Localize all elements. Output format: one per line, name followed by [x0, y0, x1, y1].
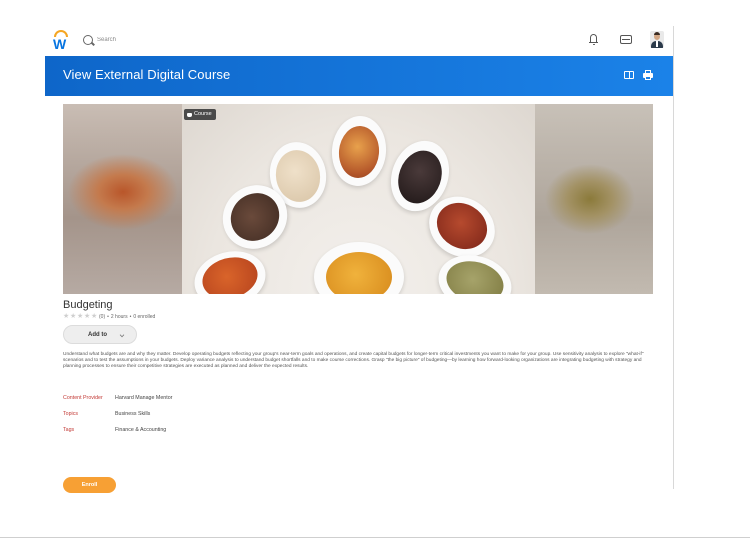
field-content-provider: Content Provider Harvard Manage Mentor: [63, 395, 172, 401]
avatar[interactable]: [650, 31, 664, 48]
course-image: Course: [63, 104, 653, 294]
chevron-down-icon: [119, 332, 125, 338]
field-value: Business Skills: [115, 411, 151, 417]
workday-logo[interactable]: W: [52, 30, 70, 52]
page-title: View External Digital Course: [63, 67, 231, 82]
panel-divider: [673, 26, 674, 489]
course-meta: ★ ★ ★ ★ ★ (0) • 2 hours • 0 enrolled: [63, 313, 156, 320]
print-icon[interactable]: [643, 70, 653, 80]
bell-icon[interactable]: [589, 34, 598, 45]
star-icon: ★: [91, 313, 98, 320]
rating-stars: ★ ★ ★ ★ ★: [63, 313, 98, 320]
page-header: View External Digital Course: [45, 56, 673, 96]
add-to-label: Add to: [88, 331, 107, 338]
inbox-icon[interactable]: [620, 35, 632, 44]
top-nav: W: [45, 26, 673, 56]
field-value: Finance & Accounting: [115, 427, 167, 433]
field-topics: Topics Business Skills: [63, 411, 150, 417]
search-input[interactable]: [97, 33, 297, 47]
image-blur-right: [535, 104, 653, 294]
image-blur-left: [63, 104, 182, 294]
add-to-button[interactable]: Add to: [63, 325, 137, 344]
enroll-button[interactable]: Enroll: [63, 477, 116, 493]
course-description: Understand what budgets are and why they…: [63, 352, 644, 370]
star-icon: ★: [77, 313, 84, 320]
star-icon: ★: [84, 313, 91, 320]
field-tags: Tags Finance & Accounting: [63, 427, 166, 433]
star-icon: ★: [70, 313, 77, 320]
rating-count: (0): [99, 314, 106, 320]
bottom-divider: [0, 537, 750, 538]
enrolled-count: 0 enrolled: [133, 314, 156, 320]
meta-separator: •: [129, 314, 132, 320]
course-badge: Course: [184, 109, 216, 120]
course-badge-label: Course: [194, 111, 212, 117]
spice-spoons-image: [182, 104, 535, 294]
field-label: Topics: [63, 411, 79, 417]
meta-separator: •: [107, 314, 109, 320]
star-icon: ★: [63, 313, 70, 320]
field-label: Tags: [63, 427, 75, 433]
course-duration: 2 hours: [110, 314, 128, 320]
page: W View External Digital Course: [0, 0, 750, 540]
related-actions-icon[interactable]: [624, 70, 634, 80]
field-label: Content Provider: [63, 395, 103, 401]
search-icon: [83, 35, 93, 45]
course-title: Budgeting: [63, 299, 113, 311]
course-icon: [187, 112, 192, 117]
field-value: Harvard Manage Mentor: [115, 395, 173, 401]
